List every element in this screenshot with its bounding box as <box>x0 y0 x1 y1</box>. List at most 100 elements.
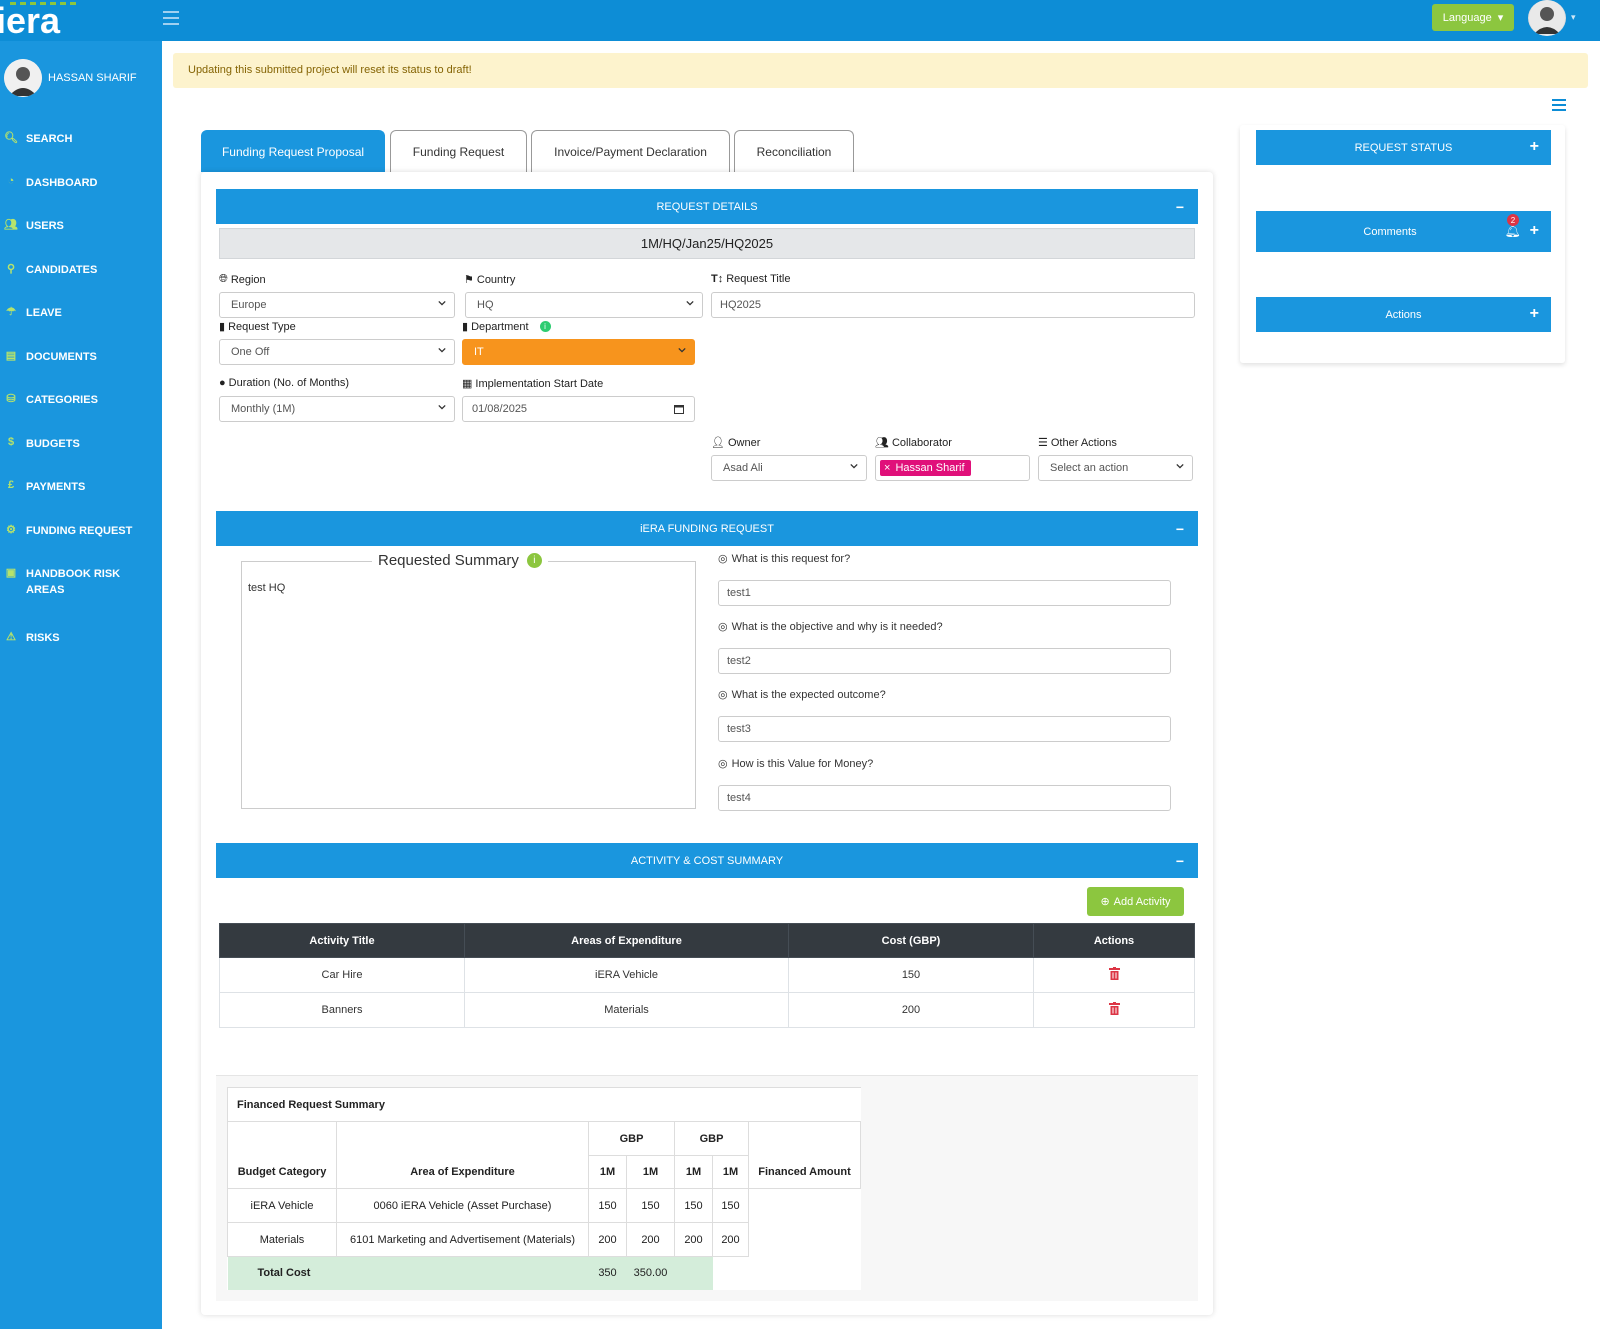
collaborator-input[interactable]: × Hassan Sharif <box>875 455 1030 481</box>
question-label: ◎ What is the expected outcome? <box>718 688 886 702</box>
draft-warning-alert: Updating this submitted project will res… <box>173 53 1588 88</box>
chevron-down-icon <box>678 347 686 353</box>
collapse-icon[interactable]: − <box>1176 853 1184 869</box>
list-icon: ☰ <box>1038 437 1048 449</box>
amount-cell: 200 <box>674 1222 713 1257</box>
column-header: Area of Expenditure <box>336 1121 589 1189</box>
info-icon[interactable]: i <box>539 321 551 332</box>
chevron-down-icon <box>1176 463 1184 469</box>
column-header: Areas of Expenditure <box>464 923 789 958</box>
request-status-button[interactable]: REQUEST STATUS + <box>1256 130 1551 165</box>
currency-header: GBP <box>674 1121 749 1156</box>
avatar[interactable] <box>1528 0 1566 36</box>
sidebar-item-label: SEARCH <box>26 133 73 145</box>
plus-circle-icon: ⊕ <box>1100 896 1110 908</box>
sidebar-item-label: LEAVE <box>26 307 62 319</box>
collapse-icon[interactable]: − <box>1176 199 1184 215</box>
menu-icon[interactable] <box>1552 99 1566 111</box>
total-row: Total Cost 350 350.00 <box>227 1256 861 1290</box>
answer-input[interactable]: test2 <box>718 648 1171 674</box>
target-icon: ◎ <box>718 758 728 770</box>
sidebar-item-candidates[interactable]: ⚲ CANDIDATES <box>0 262 162 278</box>
sidebar-item-risks[interactable]: ⚠ RISKS <box>0 630 162 646</box>
requested-summary-text: test HQ <box>248 582 286 594</box>
plus-icon: + <box>1529 222 1539 239</box>
documents-icon: ▤ <box>5 350 17 362</box>
actions-button[interactable]: Actions + <box>1256 297 1551 332</box>
sidebar-item-search[interactable]: 🔍︎ SEARCH <box>0 131 162 147</box>
tab-funding-request[interactable]: Funding Request <box>390 130 527 172</box>
period-header: 1M <box>588 1155 627 1189</box>
target-icon: ◎ <box>718 621 728 633</box>
sidebar-item-leave[interactable]: ☂ LEAVE <box>0 305 162 321</box>
request-details-header[interactable]: REQUEST DETAILS − <box>216 189 1198 224</box>
table-row: Car Hire iERA Vehicle 150 <box>219 957 1195 993</box>
tab-reconciliation[interactable]: Reconciliation <box>734 130 854 172</box>
sidebar-item-funding-request[interactable]: ⚙ FUNDING REQUEST <box>0 523 162 539</box>
country-select[interactable]: HQ <box>465 292 703 318</box>
delete-cell <box>1033 992 1195 1028</box>
avatar <box>4 59 42 97</box>
iera-logo[interactable]: iera <box>0 0 102 41</box>
comments-button[interactable]: Comments 🔔︎ 2 + <box>1256 211 1551 252</box>
answer-input[interactable]: test4 <box>718 785 1171 811</box>
answer-input[interactable]: test1 <box>718 580 1171 606</box>
sidebar-item-categories[interactable]: ⛁ CATEGORIES <box>0 392 162 408</box>
building-icon: ▮ <box>462 321 469 333</box>
request-title-input[interactable]: HQ2025 <box>711 292 1195 318</box>
activity-cost-header[interactable]: ACTIVITY & COST SUMMARY − <box>216 843 1198 878</box>
duration-select[interactable]: Monthly (1M) <box>219 396 455 422</box>
clock-icon: ● <box>219 377 226 389</box>
info-icon[interactable]: i <box>526 553 542 568</box>
leave-icon: ☂ <box>6 306 16 318</box>
budgets-icon: $ <box>7 436 15 448</box>
globe-icon: 🌐︎ <box>219 273 228 285</box>
collapse-icon[interactable]: − <box>1176 521 1184 537</box>
language-button[interactable]: Language ▾ <box>1432 4 1514 31</box>
sidebar-item-payments[interactable]: £ PAYMENTS <box>0 479 162 495</box>
trash-icon[interactable] <box>1108 1002 1120 1015</box>
user-profile[interactable]: HASSAN SHARIF <box>4 59 137 97</box>
column-header: Financed Amount <box>748 1121 861 1189</box>
table-cell <box>749 1189 861 1223</box>
tab-funding-request-proposal[interactable]: Funding Request Proposal <box>201 130 385 172</box>
target-icon: ◎ <box>718 689 728 701</box>
request-type-label: ▮ Request Type <box>219 320 296 334</box>
owner-select[interactable]: Asad Ali <box>711 455 867 481</box>
delete-cell <box>1033 957 1195 993</box>
column-header: Activity Title <box>219 923 465 958</box>
sidebar-item-documents[interactable]: ▤ DOCUMENTS <box>0 349 162 365</box>
activity-area: Materials <box>464 992 789 1028</box>
sidebar-item-label: DOCUMENTS <box>26 351 97 363</box>
start-date-input[interactable]: 01/08/2025 <box>462 396 695 422</box>
users-icon: 👥︎ <box>875 437 889 449</box>
request-title-label: T↕ Request Title <box>711 273 791 285</box>
chevron-down-icon <box>438 300 446 306</box>
caret-down-icon: ▾ <box>1497 12 1504 24</box>
sidebar-item-dashboard[interactable]: ◔ DASHBOARD <box>0 175 162 191</box>
handbook-icon: ▣ <box>5 567 17 579</box>
trash-icon[interactable] <box>1108 967 1120 980</box>
request-type-select[interactable]: One Off <box>219 339 455 365</box>
sidebar-item-label: FUNDING REQUEST <box>26 525 133 537</box>
candidates-icon: ⚲ <box>6 263 16 275</box>
answer-input[interactable]: test3 <box>718 716 1171 742</box>
calendar-icon[interactable] <box>674 404 684 414</box>
department-select[interactable]: IT <box>462 339 695 365</box>
tab-invoice-payment-declaration[interactable]: Invoice/Payment Declaration <box>531 130 730 172</box>
sidebar-item-budgets[interactable]: $ BUDGETS <box>0 436 162 452</box>
sidebar-toggle-icon[interactable] <box>163 11 179 25</box>
add-activity-button[interactable]: ⊕ Add Activity <box>1087 887 1184 916</box>
table-cell <box>674 1256 713 1290</box>
chevron-down-icon <box>850 463 858 469</box>
target-icon: ◎ <box>718 553 728 565</box>
country-label: ⚑ Country <box>464 273 516 287</box>
region-select[interactable]: Europe <box>219 292 455 318</box>
remove-tag-icon[interactable]: × <box>884 462 890 474</box>
caret-down-icon[interactable]: ▾ <box>1571 12 1576 23</box>
other-actions-select[interactable]: Select an action <box>1038 455 1193 481</box>
sidebar-item-users[interactable]: 👥︎ USERS <box>0 218 162 234</box>
sidebar-item-handbook-risk-areas[interactable]: ▣ HANDBOOK RISK AREAS <box>0 566 162 598</box>
funding-request-header[interactable]: iERA FUNDING REQUEST − <box>216 511 1198 546</box>
requested-summary-textarea[interactable] <box>241 561 696 809</box>
